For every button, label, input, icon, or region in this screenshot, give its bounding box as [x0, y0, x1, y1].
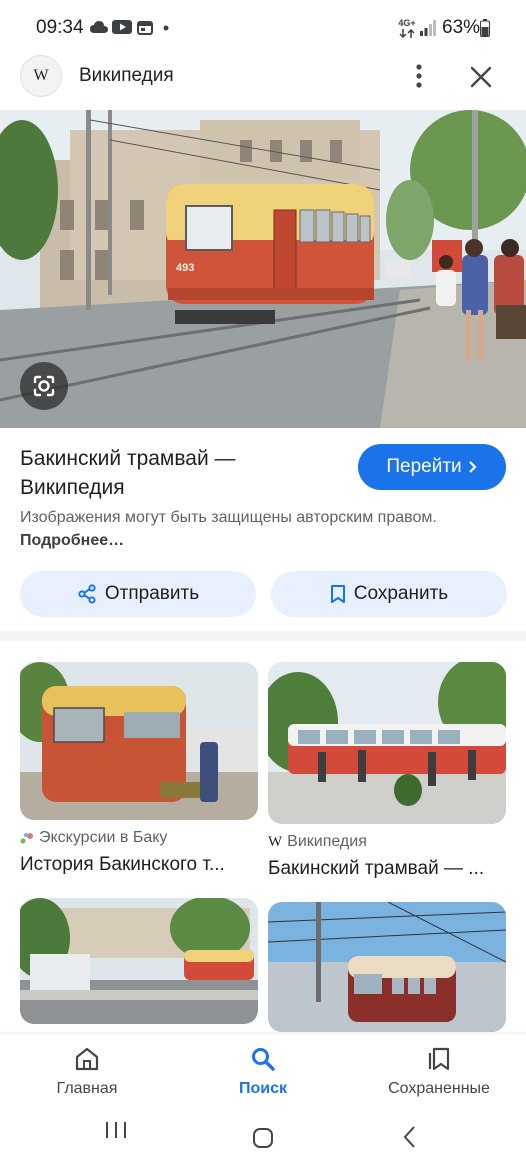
close-icon[interactable]: [468, 64, 494, 90]
wikipedia-logo: W: [20, 55, 62, 97]
tram-number-plate: 493: [176, 262, 194, 274]
related-image-4[interactable]: [268, 902, 506, 1032]
data-arrows-icon: [399, 29, 415, 38]
recent-apps-icon[interactable]: [105, 1120, 127, 1140]
logo-text: W: [33, 67, 49, 84]
result-title[interactable]: Бакинский трамвай — Википедия: [20, 444, 340, 502]
cloud-icon: [90, 21, 108, 33]
learn-more-link[interactable]: Подробнее…: [20, 532, 124, 549]
search-icon: [252, 1048, 275, 1071]
save-button[interactable]: Сохранить: [271, 571, 507, 617]
related-title-1[interactable]: История Бакинского т...: [20, 854, 225, 876]
copyright-notice-text: Изображения могут быть защищены авторски…: [20, 509, 437, 526]
google-lens-icon: [33, 375, 55, 397]
notification-dot-icon: [163, 25, 169, 31]
nav-search[interactable]: Поиск: [188, 1046, 338, 1098]
site-title: Википедия: [79, 65, 174, 86]
nav-saved[interactable]: Сохраненные: [364, 1046, 514, 1098]
battery-icon: [480, 19, 490, 37]
signal-icon: [420, 20, 436, 36]
bookmark-icon: [330, 585, 345, 603]
related-source-1: Экскурсии в Баку: [20, 829, 167, 847]
home-icon: [75, 1047, 99, 1071]
chevron-right-icon: [468, 461, 477, 473]
related-image-2[interactable]: [268, 662, 506, 824]
visit-button[interactable]: Перейти: [358, 444, 506, 490]
hero-image[interactable]: 493: [0, 110, 526, 428]
related-image-1[interactable]: [20, 662, 258, 820]
battery-percent: 63%: [442, 17, 481, 38]
section-divider: [0, 631, 526, 641]
network-type: 4G+: [398, 18, 416, 28]
calendar-icon: [137, 21, 153, 35]
nav-search-label: Поиск: [238, 1080, 287, 1097]
share-icon: [78, 584, 96, 604]
related-source-label: Википедия: [287, 833, 367, 850]
related-image-3[interactable]: [20, 898, 258, 1024]
visit-button-label: Перейти: [386, 456, 462, 477]
related-source-label: Экскурсии в Баку: [39, 829, 168, 846]
save-button-label: Сохранить: [353, 583, 449, 604]
back-icon[interactable]: [402, 1125, 418, 1149]
more-vert-icon[interactable]: [408, 62, 430, 90]
source-favicon-icon: [20, 833, 33, 844]
share-button[interactable]: Отправить: [20, 571, 256, 617]
home-button-icon[interactable]: [252, 1127, 274, 1149]
copyright-notice: Изображения могут быть защищены авторски…: [20, 506, 440, 552]
saved-collections-icon: [428, 1047, 450, 1071]
nav-home[interactable]: Главная: [12, 1046, 162, 1098]
nav-home-label: Главная: [56, 1080, 118, 1097]
share-button-label: Отправить: [104, 583, 200, 604]
related-source-2: W Википедия: [268, 833, 367, 851]
related-title-2[interactable]: Бакинский трамвай — ...: [268, 858, 484, 880]
nav-saved-label: Сохраненные: [388, 1080, 490, 1097]
google-lens-button[interactable]: [20, 362, 68, 410]
youtube-icon: [112, 20, 132, 34]
status-time: 09:34: [36, 17, 84, 38]
wikipedia-favicon-icon: W: [268, 833, 283, 850]
status-bar: 09:34 4G+ 63%: [0, 0, 526, 56]
